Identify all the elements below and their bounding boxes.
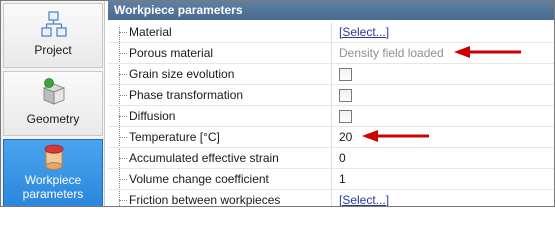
workpiece-window: Project Geometry Workpiece parameters Wo… (0, 0, 555, 207)
phase-transformation-checkbox[interactable] (339, 89, 352, 102)
accumulated-strain-value[interactable]: 0 (339, 151, 346, 165)
friction-select-link[interactable]: [Select...] (339, 193, 389, 206)
material-select-link[interactable]: [Select...] (339, 25, 389, 39)
temperature-arrow-icon (362, 130, 429, 142)
sidebar-item-label: Geometry (26, 112, 80, 126)
property-row: Temperature [°C] 20 (108, 127, 554, 148)
temperature-value[interactable]: 20 (339, 130, 352, 144)
property-name: Porous material (129, 46, 214, 60)
property-row: Material [Select...] (108, 22, 554, 43)
property-name: Friction between workpieces (129, 193, 281, 207)
property-row: Volume change coefficient 1 (108, 169, 554, 190)
sidebar-item-label: Project (34, 43, 72, 57)
geometry-blocks-icon (40, 78, 68, 106)
property-name: Phase transformation (129, 88, 244, 102)
property-row: Friction between workpieces [Select...] (108, 190, 554, 207)
sidebar: Project Geometry Workpiece parameters (1, 1, 105, 206)
porous-material-value: Density field loaded (339, 46, 444, 60)
property-row: Diffusion (108, 106, 554, 127)
diffusion-checkbox[interactable] (339, 110, 352, 123)
property-name: Accumulated effective strain (129, 151, 279, 165)
workpiece-cylinder-icon (40, 144, 68, 172)
property-row: Accumulated effective strain 0 (108, 148, 554, 169)
property-row: Phase transformation (108, 85, 554, 106)
property-name: Temperature [°C] (129, 130, 220, 144)
property-name: Volume change coefficient (129, 172, 269, 186)
grain-size-evolution-checkbox[interactable] (339, 68, 352, 81)
property-name: Grain size evolution (129, 67, 235, 81)
panel-title: Workpiece parameters (108, 1, 554, 20)
property-name: Material (129, 25, 172, 39)
sidebar-item-label: Workpiece parameters (22, 173, 84, 201)
sidebar-item-geometry[interactable]: Geometry (3, 71, 103, 136)
property-name: Diffusion (129, 109, 176, 123)
project-tree-icon (40, 10, 68, 38)
volume-change-value[interactable]: 1 (339, 172, 346, 186)
property-row: Grain size evolution (108, 64, 554, 85)
porous-material-arrow-icon (454, 46, 521, 58)
sidebar-item-project[interactable]: Project (3, 3, 103, 68)
workpiece-parameters-panel: Workpiece parameters Material [Select...… (108, 1, 554, 207)
sidebar-item-workpiece-parameters[interactable]: Workpiece parameters (3, 139, 103, 206)
